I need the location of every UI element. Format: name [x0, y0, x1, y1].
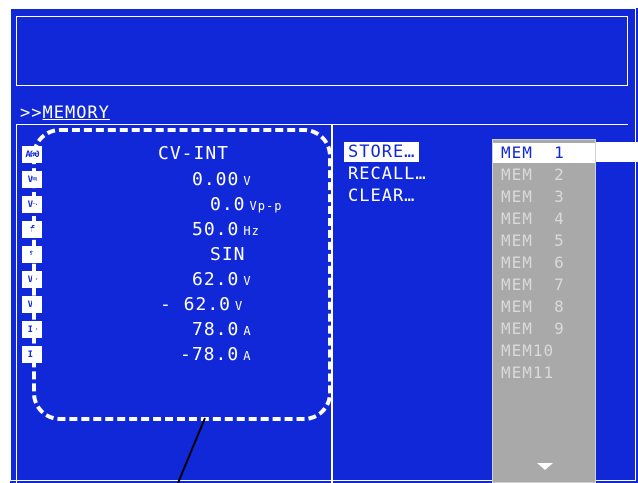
menu-recall[interactable]: RECALL…: [348, 164, 427, 184]
memory-title-label: MEMORY: [42, 103, 110, 123]
memory-slot[interactable]: MEM 5: [493, 231, 595, 251]
menu-clear[interactable]: CLEAR…: [348, 186, 415, 206]
memory-slot[interactable]: MEM 3: [493, 187, 595, 207]
memory-slot[interactable]: MEM 9: [493, 319, 595, 339]
memory-slot[interactable]: MEM 1: [493, 143, 595, 163]
memory-slot[interactable]: MEM 8: [493, 297, 595, 317]
memory-slot[interactable]: MEM 2: [493, 165, 595, 185]
memory-title: >>MEMORY: [20, 103, 110, 123]
memory-title-prefix: >>: [20, 103, 43, 123]
memory-slot-list[interactable]: MEM 1 MEM 2 MEM 3 MEM 4 MEM 5 MEM 6 MEM …: [492, 139, 596, 483]
memory-slot[interactable]: MEM 6: [493, 253, 595, 273]
memory-slot[interactable]: MEM 7: [493, 275, 595, 295]
memory-slot[interactable]: MEM 4: [493, 209, 595, 229]
settings-highlight-outline: [32, 128, 332, 421]
memory-slot[interactable]: MEM10: [493, 341, 595, 361]
menu-store[interactable]: STORE…: [344, 142, 420, 162]
title-divider: [16, 124, 628, 125]
selection-highlight-bar: [596, 142, 638, 162]
left-panel-border: [16, 124, 17, 483]
scroll-down-arrow-icon[interactable]: [537, 463, 553, 470]
memory-slot[interactable]: MEM11: [493, 363, 595, 383]
status-bar: [16, 16, 628, 86]
